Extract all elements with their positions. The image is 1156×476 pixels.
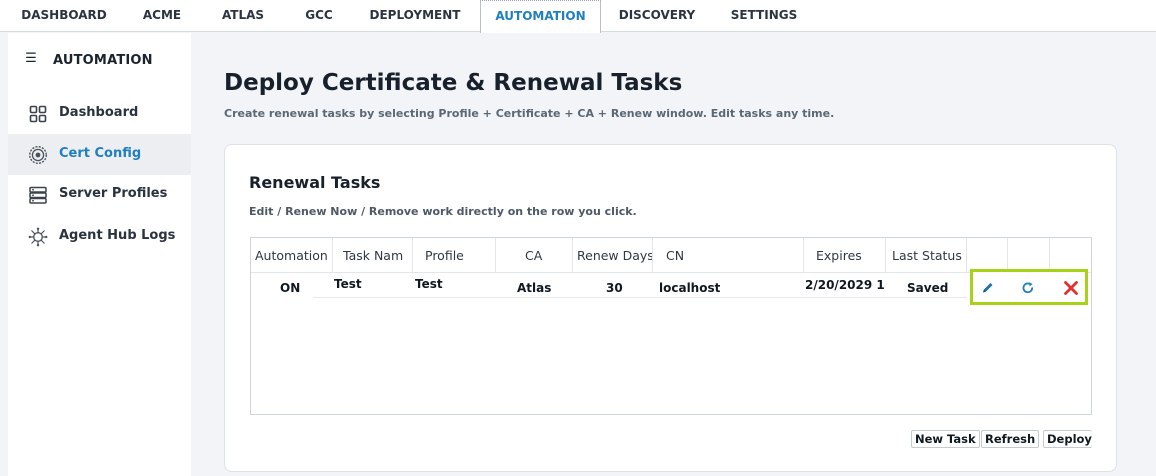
- sidebar-item-agent-hub-logs[interactable]: Agent Hub Logs: [8, 216, 191, 257]
- cell-renew-days: 30: [606, 281, 623, 295]
- tasks-table: Automation Task Nam Profile CA Renew Day…: [250, 237, 1092, 415]
- sidebar-title: AUTOMATION: [53, 53, 153, 68]
- column-header-remove: [1050, 238, 1091, 273]
- cell-ca: Atlas: [517, 281, 552, 295]
- tab-deployment[interactable]: DEPLOYMENT: [362, 0, 468, 32]
- tab-settings[interactable]: SETTINGS: [722, 0, 806, 32]
- gear-icon: [28, 145, 48, 165]
- tab-gcc[interactable]: GCC: [292, 0, 346, 32]
- column-header-renew: [1008, 238, 1050, 273]
- server-icon: [28, 185, 48, 205]
- page-title: Deploy Certificate & Renewal Tasks: [224, 70, 683, 96]
- row-actions-highlight: [970, 269, 1088, 305]
- sidebar-item-label: Agent Hub Logs: [59, 228, 176, 243]
- cell-expires: 2/20/2029 12: [805, 278, 884, 292]
- refresh-button[interactable]: Refresh: [981, 430, 1040, 448]
- sidebar-item-label: Dashboard: [59, 105, 139, 120]
- sidebar-item-server-profiles[interactable]: Server Profiles: [8, 174, 191, 215]
- renew-icon[interactable]: [1019, 279, 1037, 297]
- card-title: Renewal Tasks: [249, 173, 381, 192]
- column-header-expires[interactable]: Expires: [804, 238, 886, 273]
- tab-discovery[interactable]: DISCOVERY: [612, 0, 702, 32]
- cell-cn: localhost: [659, 281, 721, 295]
- column-header-automation[interactable]: Automation: [251, 238, 333, 273]
- top-navigation: DASHBOARD ACME ATLAS GCC DEPLOYMENT AUTO…: [0, 0, 1156, 33]
- edit-icon[interactable]: [979, 279, 997, 297]
- tab-dashboard[interactable]: DASHBOARD: [10, 0, 118, 32]
- column-header-cn[interactable]: CN: [653, 238, 804, 273]
- menu-icon[interactable]: ☰: [24, 51, 38, 67]
- cell-profile: Test: [415, 277, 443, 291]
- sidebar-item-label: Server Profiles: [59, 186, 168, 201]
- renewal-tasks-card: Renewal Tasks Edit / Renew Now / Remove …: [224, 144, 1117, 472]
- api-hub-icon: [28, 227, 48, 247]
- card-subtitle: Edit / Renew Now / Remove work directly …: [249, 205, 637, 218]
- sidebar-item-dashboard[interactable]: Dashboard: [8, 93, 191, 134]
- cell-automation: ON: [280, 281, 301, 295]
- delete-icon[interactable]: [1062, 279, 1080, 297]
- column-header-task-name[interactable]: Task Nam: [333, 238, 413, 273]
- tab-automation[interactable]: AUTOMATION: [480, 0, 601, 33]
- sidebar: ☰ AUTOMATION Dashboard Cert Config Serve…: [8, 33, 191, 476]
- column-header-edit: [967, 238, 1008, 273]
- table-header: Automation Task Nam Profile CA Renew Day…: [251, 238, 1091, 273]
- column-header-renew-days[interactable]: Renew Days: [573, 238, 653, 273]
- column-header-ca[interactable]: CA: [496, 238, 573, 273]
- new-task-button[interactable]: New Task: [911, 430, 980, 448]
- tab-atlas[interactable]: ATLAS: [210, 0, 276, 32]
- sidebar-item-cert-config[interactable]: Cert Config: [8, 134, 191, 175]
- column-header-last-status[interactable]: Last Status: [886, 238, 967, 273]
- deploy-button[interactable]: Deploy: [1043, 430, 1092, 448]
- cell-last-status: Saved: [907, 281, 949, 295]
- column-header-profile[interactable]: Profile: [413, 238, 496, 273]
- grid-icon: [28, 104, 48, 124]
- cell-task-name: Test: [334, 277, 362, 291]
- tab-acme[interactable]: ACME: [126, 0, 198, 32]
- sidebar-item-label: Cert Config: [59, 146, 142, 161]
- page-subtitle: Create renewal tasks by selecting Profil…: [224, 107, 835, 120]
